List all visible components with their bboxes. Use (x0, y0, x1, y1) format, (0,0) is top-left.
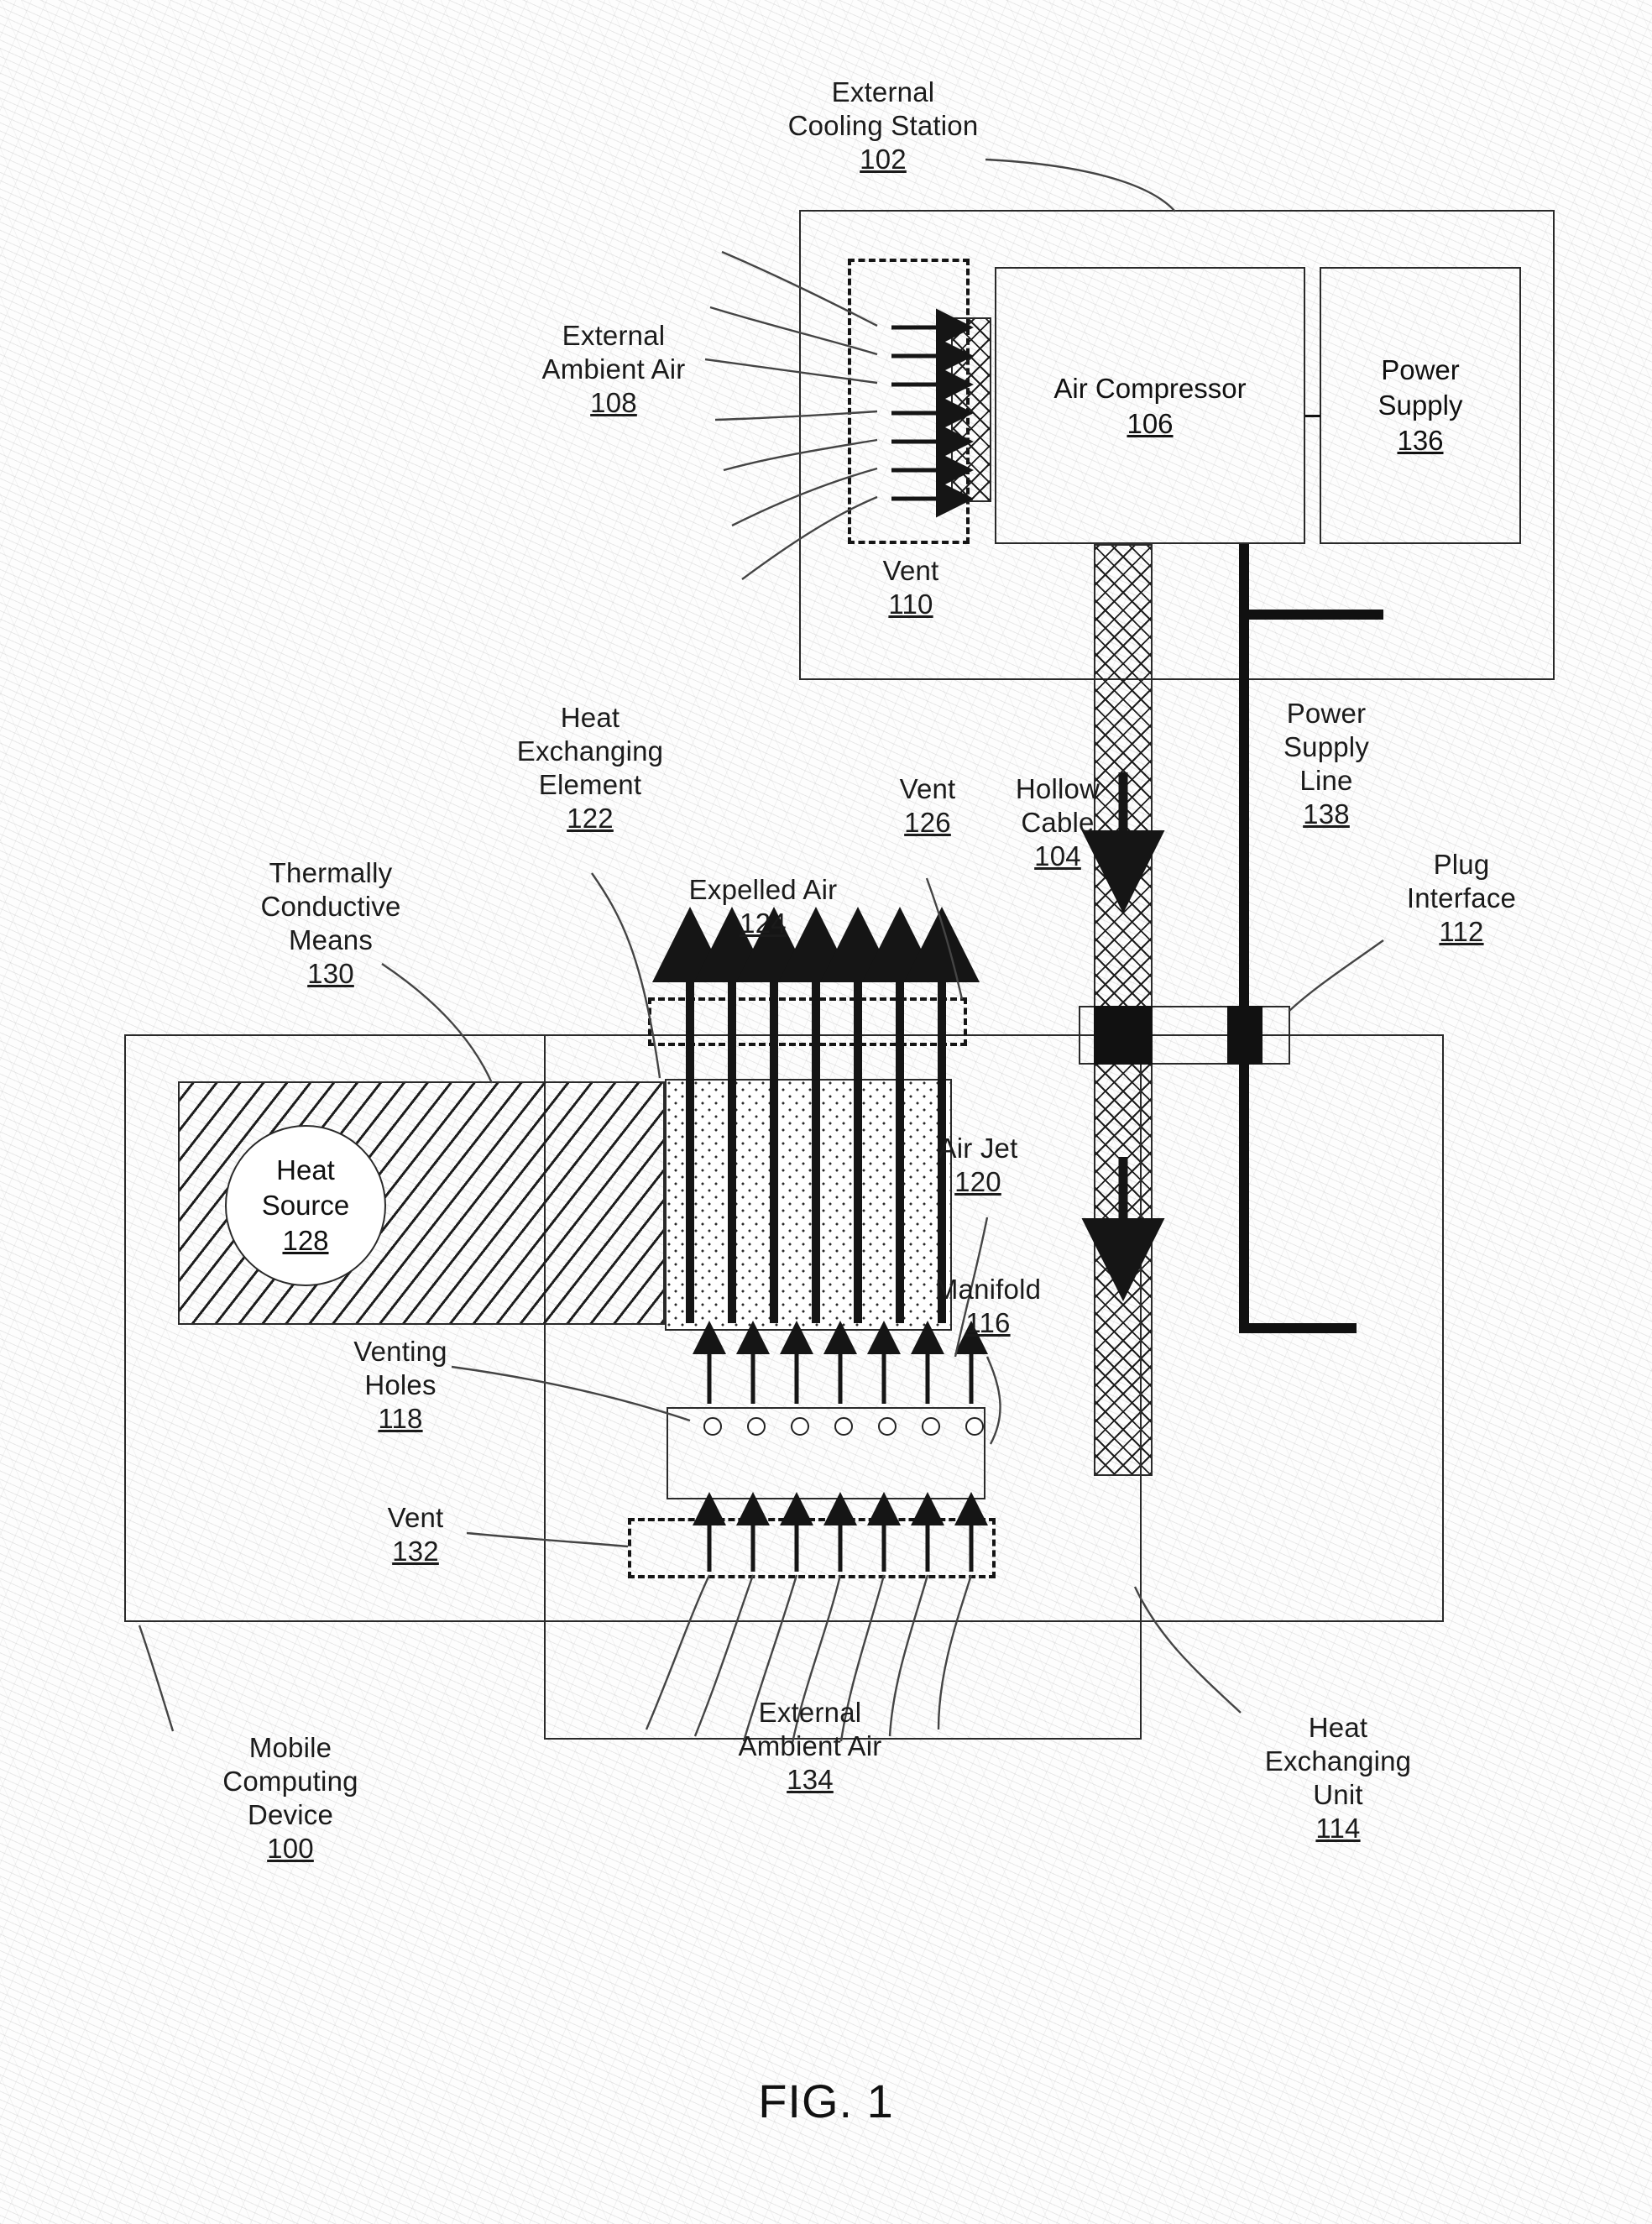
label-manifold: Manifold 116 (913, 1273, 1063, 1340)
heat-source-number: 128 (282, 1225, 329, 1256)
label-number: 108 (590, 387, 637, 418)
plug-interface-power-block (1227, 1006, 1263, 1065)
label-number: 124 (740, 908, 787, 939)
label-line: Element (538, 769, 642, 800)
label-line: Line (1299, 765, 1353, 796)
venting-hole (747, 1417, 766, 1436)
label-line: Cooling Station (787, 110, 979, 141)
label-number: 122 (567, 803, 614, 834)
label-number: 134 (787, 1764, 834, 1795)
vent-110-filter-mesh (951, 317, 991, 502)
label-power-supply-line: Power Supply Line 138 (1259, 697, 1393, 831)
label-line: Air Jet (938, 1133, 1018, 1164)
label-line: Exchanging (1264, 1745, 1412, 1777)
label-line: Conductive (260, 891, 401, 922)
label-mobile-computing-device: Mobile Computing Device 100 (193, 1731, 388, 1866)
label-line: Holes (364, 1369, 437, 1400)
label-line: Ambient Air (541, 353, 686, 385)
air-compressor-name: Air Compressor (1053, 373, 1247, 404)
label-line: External (758, 1697, 862, 1728)
label-line: Expelled Air (688, 874, 838, 905)
label-external-ambient-air-108: External Ambient Air 108 (509, 319, 719, 420)
label-line: Vent (882, 555, 939, 586)
label-line: Mobile (248, 1732, 332, 1763)
venting-hole (834, 1417, 853, 1436)
power-supply-line1: Power (1381, 354, 1460, 385)
label-expelled-air: Expelled Air 124 (663, 873, 863, 940)
label-line: Heat (560, 702, 620, 733)
power-supply-label: Power Supply 136 (1321, 353, 1519, 458)
label-number: 130 (307, 958, 354, 989)
venting-hole (922, 1417, 940, 1436)
label-number: 102 (860, 144, 907, 175)
air-compressor-number: 106 (1127, 408, 1174, 439)
label-line: External (831, 76, 935, 107)
label-external-ambient-air-134: External Ambient Air 134 (705, 1696, 915, 1797)
label-heat-exchanging-element: Heat Exchanging Element 122 (480, 701, 700, 835)
label-line: Means (288, 924, 374, 955)
vent-126-dashed-box (648, 997, 967, 1046)
vent-132-dashed-box (628, 1518, 996, 1578)
label-vent-132: Vent 132 (361, 1501, 470, 1568)
label-plug-interface: Plug Interface 112 (1373, 848, 1550, 949)
venting-hole (791, 1417, 809, 1436)
figure-caption: FIG. 1 (758, 2075, 894, 2127)
label-heat-exchanging-unit: Heat Exchanging Unit 114 (1241, 1711, 1435, 1845)
label-line: Venting (353, 1336, 447, 1367)
heat-exchanging-element-block (665, 1079, 952, 1331)
venting-hole (878, 1417, 897, 1436)
compressor-power-connector (1305, 415, 1320, 417)
heat-source-line2: Source (261, 1190, 350, 1221)
label-line: Interface (1406, 882, 1517, 913)
label-line: Power (1286, 698, 1367, 729)
label-thermally-conductive-means: Thermally Conductive Means 130 (235, 856, 426, 991)
label-line: Vent (387, 1502, 444, 1533)
label-external-cooling-station: External Cooling Station 102 (781, 76, 985, 176)
power-supply-line-horizontal-top (1239, 610, 1383, 620)
power-supply-box: Power Supply 136 (1320, 267, 1521, 544)
label-hollow-cable: Hollow Cable 104 (991, 772, 1125, 873)
label-line: Hollow (1015, 773, 1100, 804)
label-vent-110: Vent 110 (848, 554, 974, 621)
label-number: 100 (267, 1833, 314, 1864)
label-number: 118 (378, 1403, 423, 1434)
label-line: External (562, 320, 666, 351)
heat-source-line1: Heat (276, 1154, 335, 1185)
label-vent-126: Vent 126 (873, 772, 982, 840)
label-line: Vent (899, 773, 956, 804)
heat-source-circle: Heat Source 128 (225, 1125, 386, 1286)
venting-hole (703, 1417, 722, 1436)
label-line: Supply (1283, 731, 1370, 762)
label-number: 112 (1439, 916, 1484, 947)
label-number: 116 (965, 1307, 1011, 1338)
power-supply-line2: Supply (1378, 390, 1463, 421)
label-line: Device (247, 1799, 334, 1830)
label-line: Unit (1313, 1779, 1363, 1810)
patent-figure-page: Air Compressor 106 Power Supply 136 Heat… (0, 0, 1652, 2224)
label-line: Plug (1433, 849, 1490, 880)
label-line: Exchanging (516, 735, 664, 767)
label-number: 126 (904, 807, 951, 838)
label-number: 132 (392, 1536, 439, 1567)
power-supply-line-vertical-upper (1239, 544, 1249, 615)
air-compressor-label: Air Compressor 106 (996, 371, 1304, 442)
label-number: 120 (954, 1166, 1001, 1197)
power-supply-number: 136 (1397, 425, 1444, 456)
label-number: 104 (1034, 840, 1081, 871)
label-line: Heat (1308, 1712, 1368, 1743)
venting-hole (965, 1417, 984, 1436)
label-line: Ambient Air (738, 1730, 882, 1761)
label-line: Manifold (934, 1274, 1042, 1305)
plug-interface-cable-block (1094, 1006, 1153, 1065)
label-number: 114 (1315, 1813, 1361, 1844)
label-venting-holes: Venting Holes 118 (321, 1335, 480, 1436)
label-number: 110 (888, 589, 933, 620)
label-line: Cable (1021, 807, 1095, 838)
label-line: Thermally (269, 857, 393, 888)
label-air-jet: Air Jet 120 (915, 1132, 1041, 1199)
label-number: 138 (1303, 798, 1350, 829)
air-compressor-box: Air Compressor 106 (995, 267, 1305, 544)
label-line: Computing (222, 1766, 358, 1797)
